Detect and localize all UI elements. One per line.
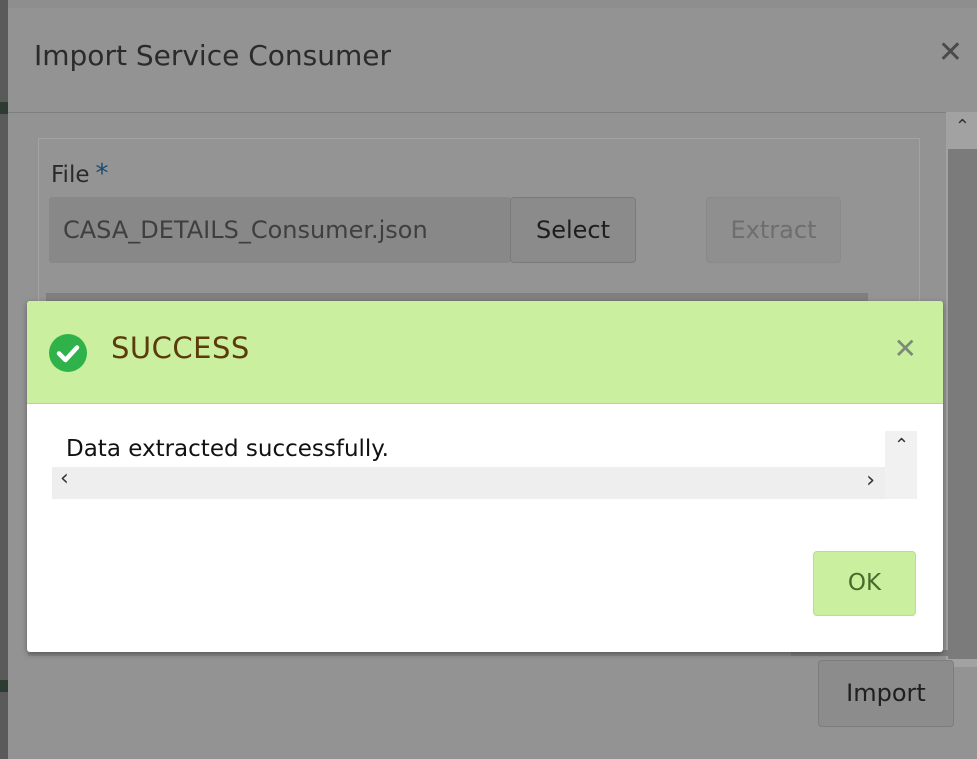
edge-mark [0, 102, 8, 114]
scroll-up-arrow-icon[interactable]: ⌃ [894, 437, 909, 455]
scroll-right-arrow-icon[interactable]: › [866, 468, 875, 493]
select-button[interactable]: Select [510, 197, 636, 263]
file-path-input[interactable]: CASA_DETAILS_Consumer.json [49, 197, 511, 263]
scroll-left-arrow-icon[interactable]: ‹ [60, 466, 69, 491]
check-circle-icon [49, 334, 87, 372]
edge-mark [0, 680, 8, 692]
file-label-text: File [51, 162, 90, 188]
success-modal-header: SUCCESS ✕ [27, 301, 943, 404]
success-title: SUCCESS [111, 331, 250, 365]
dialog-vertical-scrollbar[interactable] [946, 112, 977, 667]
dialog-header: Import Service Consumer ✕ [8, 8, 977, 113]
message-area: Data extracted successfully. ‹ › ⌃ [52, 431, 917, 499]
window-edge [0, 0, 8, 759]
success-modal: SUCCESS ✕ Data extracted successfully. ‹… [27, 301, 943, 652]
file-label: File * [51, 159, 109, 189]
message-vertical-scrollbar[interactable]: ⌃ [885, 431, 917, 499]
extract-button[interactable]: Extract [706, 197, 841, 263]
ok-button[interactable]: OK [813, 551, 916, 616]
modal-close-icon[interactable]: ✕ [894, 335, 917, 363]
horizontal-scrollbar[interactable]: ‹ › [52, 466, 885, 499]
required-marker: * [95, 159, 109, 189]
scrollbar-thumb[interactable] [948, 149, 977, 659]
scroll-up-arrow-icon[interactable]: ⌃ [955, 118, 970, 136]
dialog-close-icon[interactable]: ✕ [938, 38, 963, 68]
success-message: Data extracted successfully. [66, 436, 389, 462]
import-button[interactable]: Import [818, 660, 954, 727]
dialog-title: Import Service Consumer [34, 39, 391, 72]
file-panel: File * CASA_DETAILS_Consumer.json Select … [38, 138, 920, 305]
